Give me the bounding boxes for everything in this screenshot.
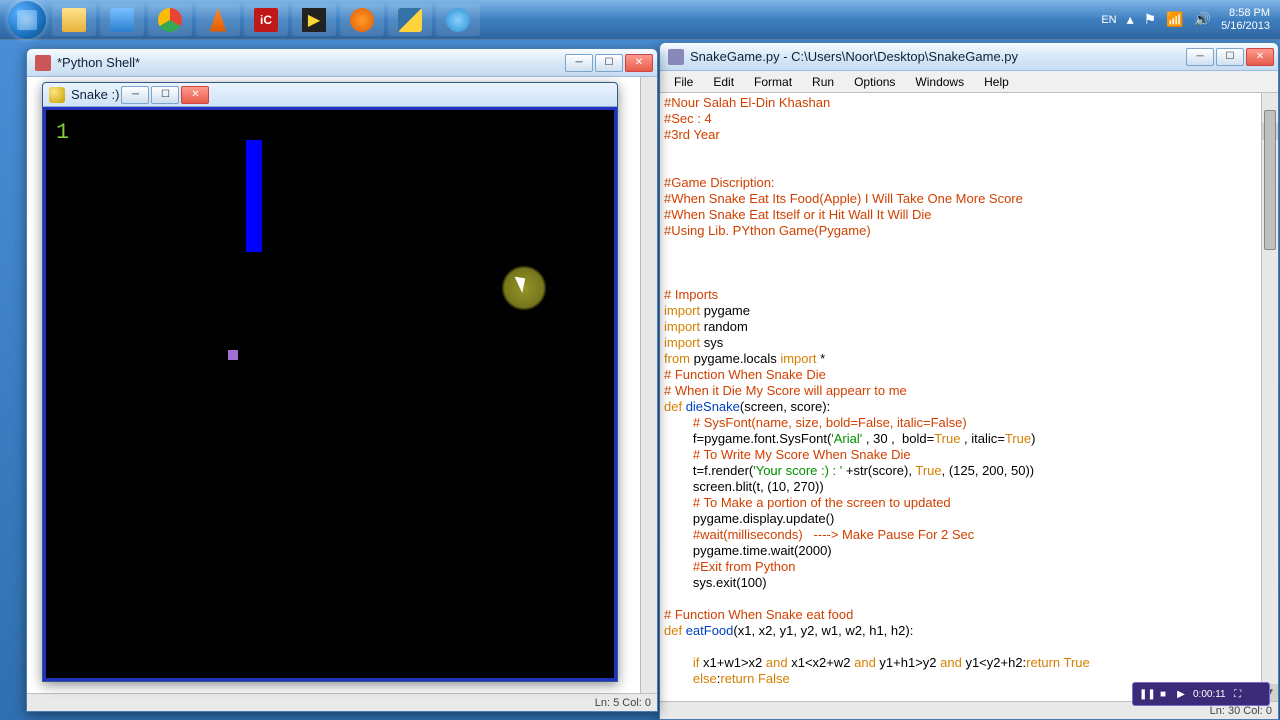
media-stop-icon[interactable]: ■ bbox=[1157, 689, 1169, 700]
flag-icon[interactable]: ⚑ bbox=[1144, 11, 1157, 28]
game-canvas[interactable]: 1 bbox=[43, 107, 617, 681]
idle-editor-window: SnakeGame.py - C:\Users\Noor\Desktop\Sna… bbox=[659, 42, 1279, 720]
menu-options[interactable]: Options bbox=[844, 73, 905, 91]
shell-statusbar: Ln: 5 Col: 0 bbox=[27, 693, 657, 711]
minimize-button[interactable]: ─ bbox=[1186, 48, 1214, 66]
shell-scrollbar[interactable] bbox=[640, 77, 657, 693]
system-tray: EN ▴ ⚑ 📶 🔊 8:58 PM 5/16/2013 bbox=[1101, 7, 1280, 31]
maximize-button[interactable]: ☐ bbox=[151, 86, 179, 104]
close-button[interactable]: ✕ bbox=[625, 54, 653, 72]
media-prev-icon[interactable]: ❚❚ bbox=[1139, 689, 1151, 700]
idle-titlebar[interactable]: SnakeGame.py - C:\Users\Noor\Desktop\Sna… bbox=[660, 43, 1278, 71]
shell-title: *Python Shell* bbox=[57, 55, 140, 70]
close-button[interactable]: ✕ bbox=[181, 86, 209, 104]
clock-time: 8:58 PM bbox=[1221, 7, 1270, 19]
minimize-button[interactable]: ─ bbox=[121, 86, 149, 104]
close-button[interactable]: ✕ bbox=[1246, 48, 1274, 66]
media-play-icon[interactable]: ▶ bbox=[1175, 689, 1187, 700]
snake-titlebar[interactable]: Snake :) ─ ☐ ✕ bbox=[43, 83, 617, 107]
idle-icon bbox=[35, 55, 51, 71]
media-time: 0:00:11 bbox=[1193, 689, 1226, 700]
menu-edit[interactable]: Edit bbox=[703, 73, 744, 91]
snake-game-window: Snake :) ─ ☐ ✕ 1 bbox=[42, 82, 618, 682]
start-button[interactable] bbox=[8, 1, 46, 39]
pygame-icon bbox=[49, 87, 65, 103]
menu-file[interactable]: File bbox=[664, 73, 703, 91]
task-app-1[interactable] bbox=[100, 4, 144, 36]
network-icon[interactable]: 📶 bbox=[1166, 11, 1183, 28]
code-editor[interactable]: #Nour Salah El-Din Khashan #Sec : 4 #3rd… bbox=[660, 93, 1278, 701]
food-item bbox=[228, 350, 238, 360]
task-vlc[interactable] bbox=[196, 4, 240, 36]
editor-scrollbar[interactable]: ▲ ▼ bbox=[1261, 93, 1278, 701]
show-hidden-icons[interactable]: ▴ bbox=[1127, 11, 1134, 28]
task-app-red[interactable]: iC bbox=[244, 4, 288, 36]
minimize-button[interactable]: ─ bbox=[565, 54, 593, 72]
clock-date: 5/16/2013 bbox=[1221, 20, 1270, 32]
taskbar: iC ▶ EN ▴ ⚑ 📶 🔊 8:58 PM 5/16/2013 bbox=[0, 0, 1280, 40]
clock[interactable]: 8:58 PM 5/16/2013 bbox=[1221, 7, 1270, 31]
menu-help[interactable]: Help bbox=[974, 73, 1019, 91]
score-display: 1 bbox=[56, 120, 69, 145]
maximize-button[interactable]: ☐ bbox=[595, 54, 623, 72]
maximize-button[interactable]: ☐ bbox=[1216, 48, 1244, 66]
task-firefox[interactable] bbox=[340, 4, 384, 36]
task-app-blue[interactable] bbox=[436, 4, 480, 36]
scroll-thumb[interactable] bbox=[1264, 110, 1276, 250]
task-explorer[interactable] bbox=[52, 4, 96, 36]
shell-cursor-pos: Ln: 5 Col: 0 bbox=[595, 697, 651, 709]
mouse-cursor-icon bbox=[518, 274, 530, 292]
menu-run[interactable]: Run bbox=[802, 73, 844, 91]
menu-format[interactable]: Format bbox=[744, 73, 802, 91]
task-python[interactable] bbox=[388, 4, 432, 36]
python-icon bbox=[668, 49, 684, 65]
shell-titlebar[interactable]: *Python Shell* ─ ☐ ✕ bbox=[27, 49, 657, 77]
snake-body bbox=[246, 140, 262, 252]
media-expand-icon[interactable]: ⛶ bbox=[1232, 689, 1244, 700]
idle-cursor-pos: Ln: 30 Col: 0 bbox=[1210, 705, 1272, 717]
task-chrome[interactable] bbox=[148, 4, 192, 36]
language-indicator[interactable]: EN bbox=[1101, 14, 1116, 26]
idle-title: SnakeGame.py - C:\Users\Noor\Desktop\Sna… bbox=[690, 49, 1018, 64]
menu-windows[interactable]: Windows bbox=[905, 73, 974, 91]
task-media[interactable]: ▶ bbox=[292, 4, 336, 36]
volume-icon[interactable]: 🔊 bbox=[1194, 11, 1211, 28]
media-control-widget[interactable]: ❚❚ ■ ▶ 0:00:11 ⛶ bbox=[1132, 682, 1270, 706]
idle-menubar: File Edit Format Run Options Windows Hel… bbox=[660, 71, 1278, 93]
snake-title: Snake :) bbox=[71, 87, 119, 102]
